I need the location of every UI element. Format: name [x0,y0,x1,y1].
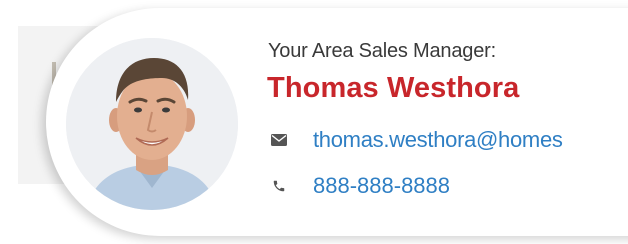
avatar-photo [66,38,238,210]
email-link[interactable]: thomas.westhora@homes [313,127,563,153]
envelope-icon [270,131,288,149]
role-label: Your Area Sales Manager: [268,40,496,62]
phone-link[interactable]: 888-888-8888 [313,173,450,199]
email-row: thomas.westhora@homes [270,125,563,155]
phone-row: 888-888-8888 [270,171,450,201]
phone-icon [270,177,288,195]
avatar [66,38,238,210]
manager-name: Thomas Westhora [267,72,520,104]
contact-widget: Your Area Sales Manager: Thomas Westhora… [0,0,628,244]
